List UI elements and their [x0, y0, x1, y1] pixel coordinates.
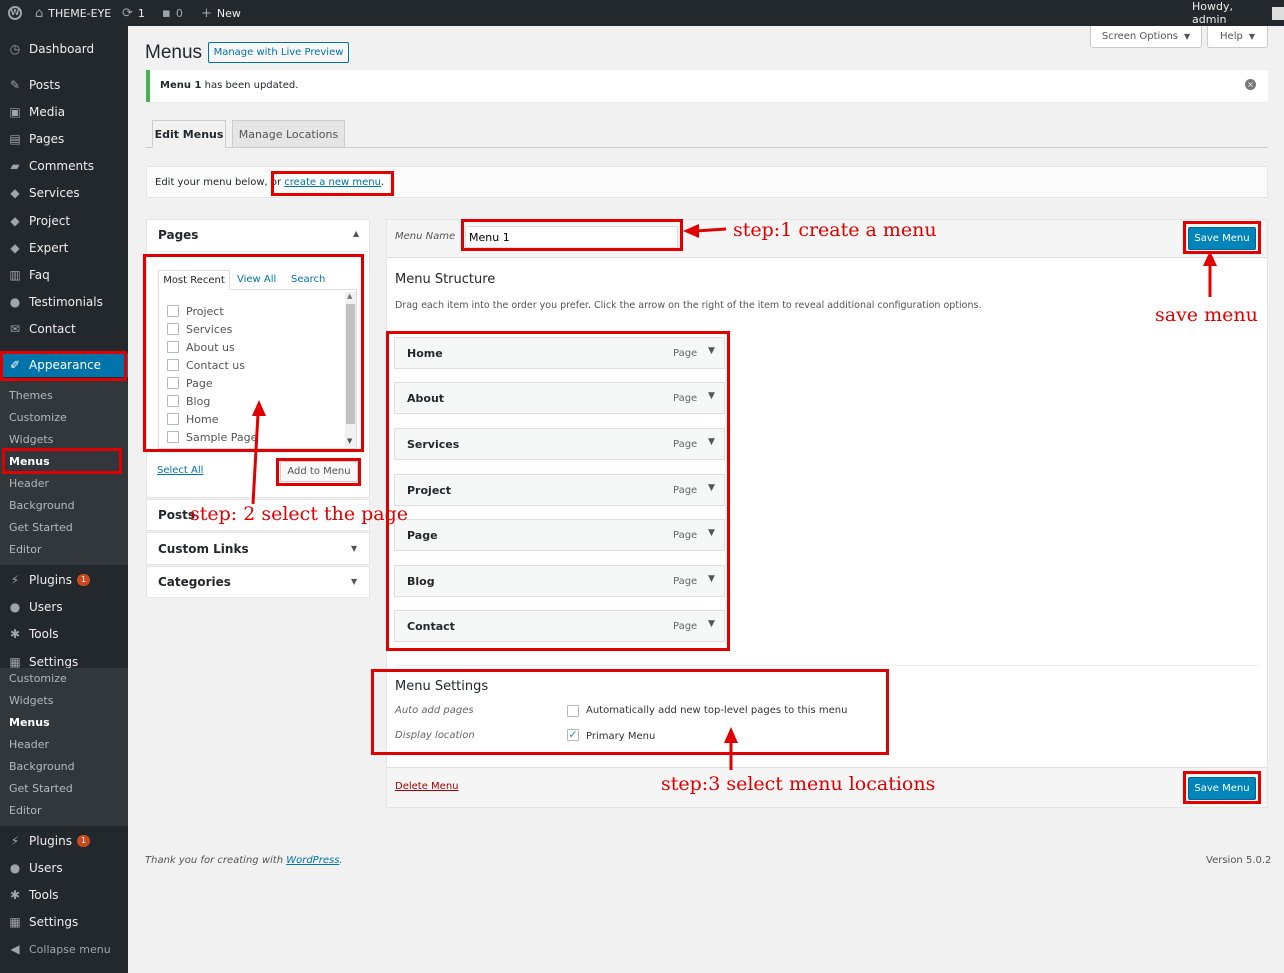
- annotation-arrows: [251, 224, 1217, 770]
- annotation-step3: step:3 select menu locations: [661, 773, 936, 795]
- annotation-step2: step: 2 select the page: [190, 503, 409, 525]
- annotation-step1: step:1 create a menu: [733, 219, 937, 241]
- footer-version: Version 5.0.2: [1206, 855, 1272, 866]
- footer-thanks: Thank you for creating with WordPress.: [145, 855, 343, 866]
- annotation-save: save menu: [1155, 304, 1258, 326]
- wordpress-link[interactable]: WordPress: [286, 855, 339, 866]
